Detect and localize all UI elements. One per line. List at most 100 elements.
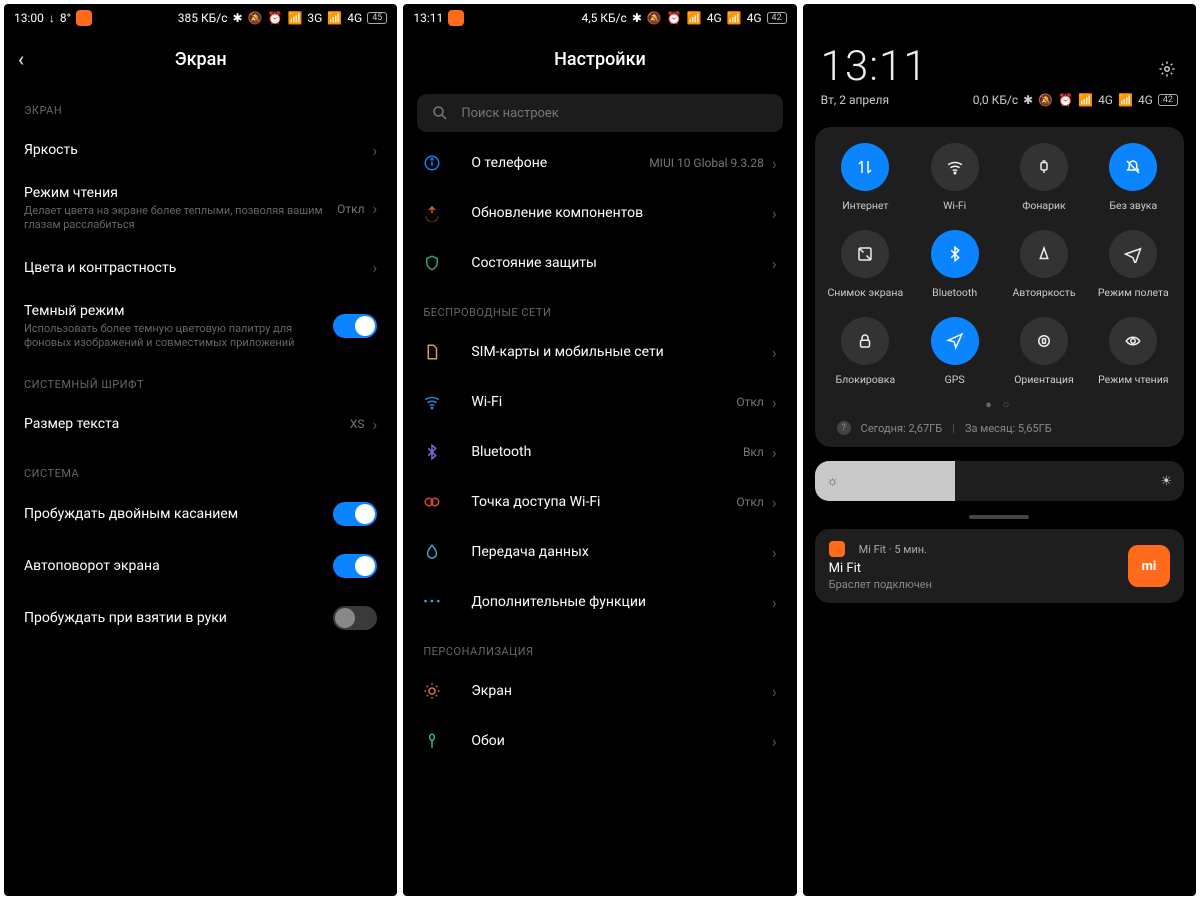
qs-tile-label: Wi-Fi xyxy=(943,199,966,212)
qs-tile-label: Режим чтения xyxy=(1098,373,1168,386)
section-display: ЭКРАН xyxy=(4,86,397,125)
page-title: Экран xyxy=(175,49,227,70)
autorotate-row[interactable]: Автоповорот экрана xyxy=(4,540,397,592)
page-header: Настройки xyxy=(403,32,796,86)
security-row[interactable]: Состояние защиты › xyxy=(403,238,796,288)
reading-mode-row[interactable]: Режим чтения Делает цвета на экране боле… xyxy=(4,175,397,243)
qs-tile-orientation[interactable]: Ориентация xyxy=(999,317,1088,386)
update-label: Обновление компонентов xyxy=(471,205,772,221)
section-system: СИСТЕМА xyxy=(4,449,397,488)
qs-tile-label: Без звука xyxy=(1109,199,1157,212)
about-row[interactable]: О телефоне MIUI 10 Global 9.3.28 › xyxy=(403,138,796,188)
notif-title: Mi Fit xyxy=(829,561,1128,576)
qs-page-dots[interactable]: ● ○ xyxy=(821,398,1178,411)
status-net1: 3G xyxy=(307,11,322,25)
notif-age: 5 мин. xyxy=(894,543,927,556)
bluetooth-row[interactable]: Bluetooth Вкл › xyxy=(403,427,796,477)
text-size-value: XS xyxy=(350,417,365,431)
search-icon xyxy=(431,104,449,122)
brightness-slider[interactable]: ☼ ☀ xyxy=(815,461,1184,501)
bluetooth-icon xyxy=(423,443,441,461)
back-icon[interactable]: ‹ xyxy=(18,47,24,71)
raise-wake-toggle[interactable] xyxy=(333,606,377,630)
search-input[interactable]: Поиск настроек xyxy=(417,94,782,132)
gear-icon[interactable] xyxy=(1158,60,1176,78)
more-label: Дополнительные функции xyxy=(471,594,772,610)
qs-tile-wifi[interactable]: Wi-Fi xyxy=(910,143,999,212)
brightness-label: Яркость xyxy=(24,142,373,158)
status-speed: 4,5 КБ/с xyxy=(581,11,626,25)
text-size-row[interactable]: Размер текста XS › xyxy=(4,399,397,449)
wifi-label: Wi-Fi xyxy=(471,394,736,410)
qs-tile-autobright[interactable]: Автояркость xyxy=(999,230,1088,299)
notification-card[interactable]: Mi Fit · 5 мин. Mi Fit Браслет подключен… xyxy=(815,529,1184,603)
status-speed: 385 КБ/с xyxy=(178,11,228,25)
page-header: ‹ Экран xyxy=(4,32,397,86)
dark-mode-toggle[interactable] xyxy=(333,314,377,338)
qs-tile-lock[interactable]: Блокировка xyxy=(821,317,910,386)
update-row[interactable]: Обновление компонентов › xyxy=(403,188,796,238)
dark-mode-row[interactable]: Темный режим Использовать более темную ц… xyxy=(4,293,397,361)
chevron-right-icon: › xyxy=(373,415,378,434)
brightness-row[interactable]: Яркость › xyxy=(4,125,397,175)
sim-row[interactable]: SIM-карты и мобильные сети › xyxy=(403,327,796,377)
bt-icon xyxy=(931,230,979,278)
droplet-icon xyxy=(423,543,441,561)
qs-tile-dnd[interactable]: Без звука xyxy=(1089,143,1178,212)
dark-mode-label: Темный режим xyxy=(24,303,333,319)
qs-tile-internet[interactable]: Интернет xyxy=(821,143,910,212)
phone-quick-settings: 13:11 Вт, 2 апреля 0,0 КБ/с ✱ 🔕 ⏰ 📶 4G 📶… xyxy=(803,4,1196,896)
alarm-icon: ⏰ xyxy=(268,11,283,25)
flower-icon xyxy=(423,732,441,750)
status-time: 13:11 xyxy=(413,11,443,25)
airplane-icon xyxy=(1109,230,1157,278)
qs-tile-flash[interactable]: Фонарик xyxy=(999,143,1088,212)
phone-settings: 13:11 4,5 КБ/с ✱ 🔕 ⏰ 📶 4G 📶 4G 42 Настро… xyxy=(403,4,796,896)
wallpaper-row[interactable]: Обои › xyxy=(403,716,796,766)
chevron-right-icon: › xyxy=(772,732,777,751)
qs-tile-reading[interactable]: Режим чтения xyxy=(1089,317,1178,386)
more-icon: ••• xyxy=(423,595,442,610)
chevron-right-icon: › xyxy=(772,343,777,362)
app-badge-icon xyxy=(76,10,92,26)
chevron-right-icon: › xyxy=(772,493,777,512)
qs-data-usage[interactable]: ? Сегодня: 2,67ГБ | За месяц: 5,65ГБ xyxy=(821,411,1178,437)
chevron-right-icon: › xyxy=(772,154,777,173)
double-tap-row[interactable]: Пробуждать двойным касанием xyxy=(4,488,397,540)
screen-row[interactable]: Экран › xyxy=(403,666,796,716)
bluetooth-icon: ✱ xyxy=(632,11,642,25)
mute-icon: 🔕 xyxy=(647,11,662,25)
colors-row[interactable]: Цвета и контрастность › xyxy=(4,243,397,293)
search-placeholder: Поиск настроек xyxy=(461,106,559,121)
autorotate-toggle[interactable] xyxy=(333,554,377,578)
page-title: Настройки xyxy=(554,49,646,70)
notif-large-icon: mi xyxy=(1128,545,1170,587)
autobright-icon xyxy=(1020,230,1068,278)
qs-header: 13:11 Вт, 2 апреля 0,0 КБ/с ✱ 🔕 ⏰ 📶 4G 📶… xyxy=(803,32,1196,111)
security-label: Состояние защиты xyxy=(471,255,772,271)
wifi-icon xyxy=(423,393,441,411)
data-row[interactable]: Передача данных › xyxy=(403,527,796,577)
sim-icon xyxy=(423,343,441,361)
bluetooth-icon: ✱ xyxy=(1023,93,1033,107)
signal-icon: 📶 xyxy=(1078,93,1093,107)
wifi-row[interactable]: Wi-Fi Откл › xyxy=(403,377,796,427)
qs-tile-label: Интернет xyxy=(842,199,888,212)
reading-mode-sub: Делает цвета на экране более теплыми, по… xyxy=(24,204,324,233)
double-tap-toggle[interactable] xyxy=(333,502,377,526)
raise-wake-row[interactable]: Пробуждать при взятии в руки xyxy=(4,592,397,644)
qs-tile-airplane[interactable]: Режим полета xyxy=(1089,230,1178,299)
panel-handle[interactable] xyxy=(969,515,1029,519)
qs-tile-label: Фонарик xyxy=(1022,199,1066,212)
more-row[interactable]: ••• Дополнительные функции › xyxy=(403,577,796,627)
qs-tile-screenshot[interactable]: Снимок экрана xyxy=(821,230,910,299)
qs-tile-gps[interactable]: GPS xyxy=(910,317,999,386)
qs-tile-bt[interactable]: Bluetooth xyxy=(910,230,999,299)
chevron-right-icon: › xyxy=(772,443,777,462)
dnd-icon xyxy=(1109,143,1157,191)
status-net2: 4G xyxy=(747,11,762,25)
chevron-right-icon: › xyxy=(373,199,378,218)
wallpaper-label: Обои xyxy=(471,733,772,749)
chevron-right-icon: › xyxy=(772,682,777,701)
hotspot-row[interactable]: Точка доступа Wi-Fi Откл › xyxy=(403,477,796,527)
